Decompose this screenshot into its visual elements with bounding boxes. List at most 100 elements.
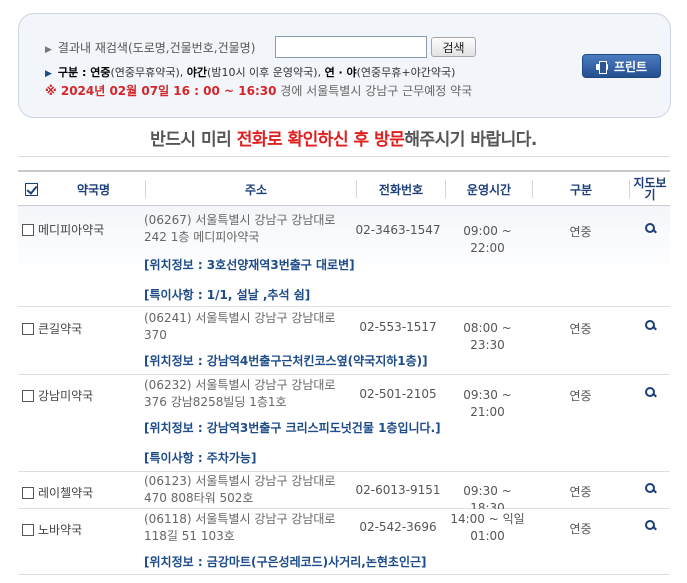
operating-hours: 08:00 ~ 23:30: [463, 321, 512, 352]
location-info: [위치정보 : 강남역4번출구근처킨코스옆(약국지하1층)]: [144, 354, 428, 368]
category-badge: 연중: [569, 389, 592, 403]
map-view-button[interactable]: [640, 520, 660, 534]
date-suffix: 경에 서울특별시 강남구 근무예정 약국: [276, 84, 473, 98]
search-label-line: ▶ 결과내 재검색(도로명,건물번호,건물명): [45, 39, 255, 56]
address-line: 376 강남8258빌딩 1층1호: [144, 395, 287, 409]
pharmacy-name-cell: 메디피아약국: [22, 221, 104, 238]
address-cell: (06267) 서울특별시 강남구 강남대로 242 1층 메디피아약국: [144, 212, 349, 246]
phone-number: 02-542-3696: [359, 520, 437, 534]
address-cell: (06232) 서울특별시 강남구 강남대로 376 강남8258빌딩 1층1호: [144, 377, 349, 411]
address-line: (06267) 서울특별시 강남구 강남대로: [144, 213, 336, 227]
header-map: 지도보기: [633, 176, 667, 202]
address-line: 370: [144, 328, 167, 342]
header-phone: 전화번호: [378, 182, 424, 197]
pharmacy-name-cell: 강남미약국: [22, 387, 93, 404]
address-line: 242 1층 메디피아약국: [144, 230, 260, 244]
pharmacy-name-cell: 레이첼약국: [22, 484, 93, 501]
print-button[interactable]: 프린트: [582, 54, 661, 78]
address-line: (06118) 서울특별시 강남구 강남대로: [144, 512, 336, 526]
phone-number: 02-3463-1547: [355, 223, 441, 237]
address-line: (06241) 서울특별시 강남구 강남대로: [144, 311, 336, 325]
phone-number: 02-501-2105: [359, 387, 437, 401]
address-line: (06232) 서울특별시 강남구 강남대로: [144, 378, 336, 392]
notice-part3: 해주시기 바랍니다.: [404, 130, 537, 150]
pharmacy-name: 메디피아약국: [38, 223, 105, 237]
date-info: ※ 2024년 02월 07일 16 : 00 ~ 16:30 경에 서울특별시…: [45, 82, 472, 99]
table-header: 약국명 주소 전화번호 운영시간 구분 지도보기: [18, 170, 670, 206]
print-label: 프린트: [613, 59, 648, 74]
search-input[interactable]: [275, 36, 427, 58]
operating-hours-end: 01:00: [470, 529, 505, 543]
search-button[interactable]: 검색: [431, 37, 476, 57]
header-category: 구분: [569, 182, 593, 197]
magnifier-icon: [644, 520, 656, 531]
legend-prefix: 구분 :: [57, 66, 91, 79]
printer-icon: [595, 60, 608, 74]
legend-yagan: 야간: [186, 66, 208, 79]
pharmacy-name: 강남미약국: [38, 389, 94, 403]
visit-notice: 반드시 미리 전화로 확인하신 후 방문해주시기 바랍니다.: [0, 125, 687, 150]
operating-hours: 09:30 ~ 21:00: [463, 388, 512, 419]
map-view-button[interactable]: [640, 223, 660, 237]
location-info: [위치정보 : 금강마트(구은성레코드)사거리,논현초인근]: [144, 555, 427, 569]
operating-hours: 14:00 ~ 익일: [450, 512, 525, 526]
map-view-button[interactable]: [640, 387, 660, 401]
address-line: 118길 51 103호: [144, 529, 235, 543]
date-text: ※ 2024년 02월 07일 16 : 00 ~ 16:30: [45, 84, 277, 98]
select-all-checkbox[interactable]: [20, 172, 42, 206]
search-panel: ▶ 결과내 재검색(도로명,건물번호,건물명) 검색 ▶ 구분 : 연중(연중무휴약…: [18, 13, 671, 118]
address-line: (06123) 서울특별시 강남구 강남대로: [144, 474, 336, 488]
pharmacy-name-cell: 큰길약국: [22, 320, 82, 337]
row-checkbox[interactable]: [22, 223, 34, 236]
row-checkbox[interactable]: [22, 389, 34, 402]
location-info: [위치정보 : 강남역3번출구 크리스피도넛건물 1층입니다.]: [144, 421, 441, 435]
pharmacy-table-body: 메디피아약국 (06267) 서울특별시 강남구 강남대로 242 1층 메디피…: [18, 206, 670, 575]
row-checkbox[interactable]: [22, 322, 34, 335]
phone-number: 02-553-1517: [359, 320, 437, 334]
table-row: 강남미약국 (06232) 서울특별시 강남구 강남대로 376 강남8258빌…: [18, 375, 670, 472]
magnifier-icon: [644, 223, 656, 234]
pharmacy-name: 레이첼약국: [38, 486, 94, 500]
category-badge: 연중: [569, 225, 592, 239]
category-legend: ▶ 구분 : 연중(연중무휴약국), 야간(밤10시 이후 운영약국), 연 · …: [45, 64, 455, 80]
address-cell: (06123) 서울특별시 강남구 강남대로 470 808타워 502호: [144, 473, 349, 507]
checkbox-checked-icon: [24, 182, 38, 196]
address-cell: (06118) 서울특별시 강남구 강남대로 118길 51 103호: [144, 511, 349, 545]
pharmacy-name-cell: 노바약국: [22, 521, 82, 538]
address-line: 470 808타워 502호: [144, 491, 254, 505]
category-badge: 연중: [569, 485, 592, 499]
row-checkbox[interactable]: [22, 523, 34, 536]
header-address: 주소: [244, 182, 268, 197]
phone-number: 02-6013-9151: [355, 483, 441, 497]
map-view-button[interactable]: [640, 483, 660, 497]
legend-yeonjung: 연중: [90, 66, 111, 79]
bullet-triangle-icon: ▶: [45, 45, 52, 55]
legend-both: 연 · 야: [324, 66, 357, 79]
header-hours: 운영시간: [466, 182, 512, 197]
table-row: 레이첼약국 (06123) 서울특별시 강남구 강남대로 470 808타워 5…: [18, 472, 670, 515]
row-checkbox[interactable]: [22, 486, 34, 499]
table-row: 노바약국 (06118) 서울특별시 강남구 강남대로 118길 51 103호…: [18, 509, 670, 575]
special-note: [특이사항 : 주차가능]: [144, 451, 257, 465]
category-badge: 연중: [569, 522, 592, 536]
magnifier-icon: [644, 387, 656, 398]
magnifier-icon: [644, 483, 656, 494]
notice-part2: 전화로 확인하신 후 방문: [236, 130, 405, 150]
legend-yagan-desc: (밤10시 이후 운영약국),: [207, 66, 325, 79]
header-name: 약국명: [76, 182, 111, 197]
operating-hours: 09:00 ~ 22:00: [463, 224, 512, 255]
table-row: 메디피아약국 (06267) 서울특별시 강남구 강남대로 242 1층 메디피…: [18, 206, 670, 307]
address-cell: (06241) 서울특별시 강남구 강남대로 370: [144, 310, 349, 344]
legend-both-desc: (연중무휴+야간약국): [356, 66, 456, 79]
special-note: [특이사항 : 1/1, 설날 ,추석 쉼]: [144, 288, 311, 302]
category-badge: 연중: [569, 322, 592, 336]
bullet-triangle-icon: ▶: [45, 69, 52, 79]
location-info: [위치정보 : 3호선양재역3번출구 대로변]: [144, 258, 355, 272]
legend-yeonjung-desc: (연중무휴약국),: [110, 66, 187, 79]
magnifier-icon: [644, 320, 656, 331]
pharmacy-name: 노바약국: [38, 523, 83, 537]
pharmacy-name: 큰길약국: [38, 322, 83, 336]
map-view-button[interactable]: [640, 320, 660, 334]
table-row: 큰길약국 (06241) 서울특별시 강남구 강남대로 370 02-553-1…: [18, 307, 670, 375]
divider: [18, 156, 670, 157]
